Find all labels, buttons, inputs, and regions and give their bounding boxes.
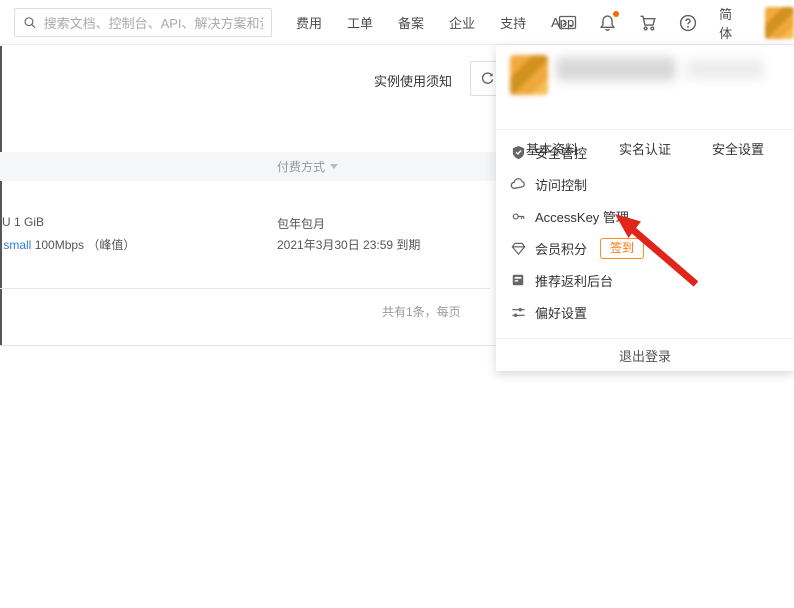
dropdown-divider [496,129,794,130]
bandwidth-value: 100Mbps [35,238,84,252]
instance-spec-line2: .small 100Mbps （峰值） [0,236,135,253]
shield-icon [510,144,526,160]
cloud-icon [510,176,526,192]
dropdown-avatar [510,55,548,95]
menu-item-referral-console[interactable]: 推荐返利后台 [496,264,794,296]
checkin-badge-button[interactable]: 签到 [600,238,644,259]
menu-item-preferences[interactable]: 偏好设置 [496,296,794,328]
expire-date: 2021年3月30日 23:59 到期 [277,236,420,253]
gem-icon [510,240,526,256]
menu-item-label: 访问控制 [535,175,587,194]
username-redacted [686,59,764,79]
instance-spec-line1: U 1 GiB [2,215,44,229]
menu-item-label: 推荐返利后台 [535,271,613,290]
table-header-row: 付费方式 [0,152,497,181]
account-dropdown-menu: 基本资料 实名认证 安全设置 安全管控 [496,45,794,371]
pagination-text: 共有1条，每页 [382,303,461,320]
avatar-blur [510,55,548,95]
nav-item-icp[interactable]: 备案 [398,13,424,32]
row-divider [0,288,490,289]
key-icon [510,208,526,224]
search-placeholder: 搜索文档、控制台、API、解决方案和资源 [44,13,263,32]
menu-item-label: 偏好设置 [535,303,587,322]
avatar-blur [765,7,794,39]
help-button[interactable] [679,13,698,33]
menu-item-access-control[interactable]: 访问控制 [496,168,794,200]
username-redacted [556,57,676,81]
column-header-payment[interactable]: 付费方式 [277,158,338,175]
column-header-label: 付费方式 [277,158,325,175]
user-avatar[interactable] [765,7,794,39]
chevron-down-icon [330,164,338,169]
section-divider [0,345,497,346]
global-search-input[interactable]: 搜索文档、控制台、API、解决方案和资源 [14,8,272,37]
language-selector[interactable]: 简体 [719,4,744,42]
cart-button[interactable] [639,13,658,33]
nav-item-tickets[interactable]: 工单 [347,13,373,32]
cart-icon [639,14,657,32]
top-navigation-bar: 搜索文档、控制台、API、解决方案和资源 费用 工单 备案 企业 支持 App [0,0,794,45]
nav-item-billing[interactable]: 费用 [296,13,322,32]
top-nav-links: 费用 工单 备案 企业 支持 App [296,0,574,45]
menu-item-label: 安全管控 [535,143,587,162]
notification-dot [613,11,619,17]
logout-button[interactable]: 退出登录 [496,338,794,371]
menu-item-label: AccessKey 管理 [535,207,629,226]
monitor-icon [510,272,526,288]
cloudshell-button[interactable] [558,13,577,33]
nav-item-enterprise[interactable]: 企业 [449,13,475,32]
menu-item-accesskey-management[interactable]: AccessKey 管理 [496,200,794,232]
dropdown-menu-list: 安全管控 访问控制 A [496,136,794,328]
menu-item-security-control[interactable]: 安全管控 [496,136,794,168]
menu-item-label: 会员积分 [535,239,587,258]
sliders-icon [510,304,526,320]
notifications-button[interactable] [598,13,617,33]
instance-usage-notice-link[interactable]: 实例使用须知 [374,71,452,90]
refresh-icon [480,71,495,86]
billing-method: 包年包月 [277,215,325,232]
help-icon [679,14,697,32]
left-edge-border [0,46,2,345]
menu-item-member-points[interactable]: 会员积分 签到 [496,232,794,264]
top-icon-buttons: 简体 [558,0,794,45]
bandwidth-peak-label: （峰值） [87,238,135,252]
terminal-icon [558,14,577,31]
search-icon [23,15,37,30]
instance-type-link[interactable]: .small [0,238,31,252]
nav-item-support[interactable]: 支持 [500,13,526,32]
console-page: 实例使用须知 付费方式 U 1 GiB .small 100Mbps （峰值） … [0,0,794,608]
